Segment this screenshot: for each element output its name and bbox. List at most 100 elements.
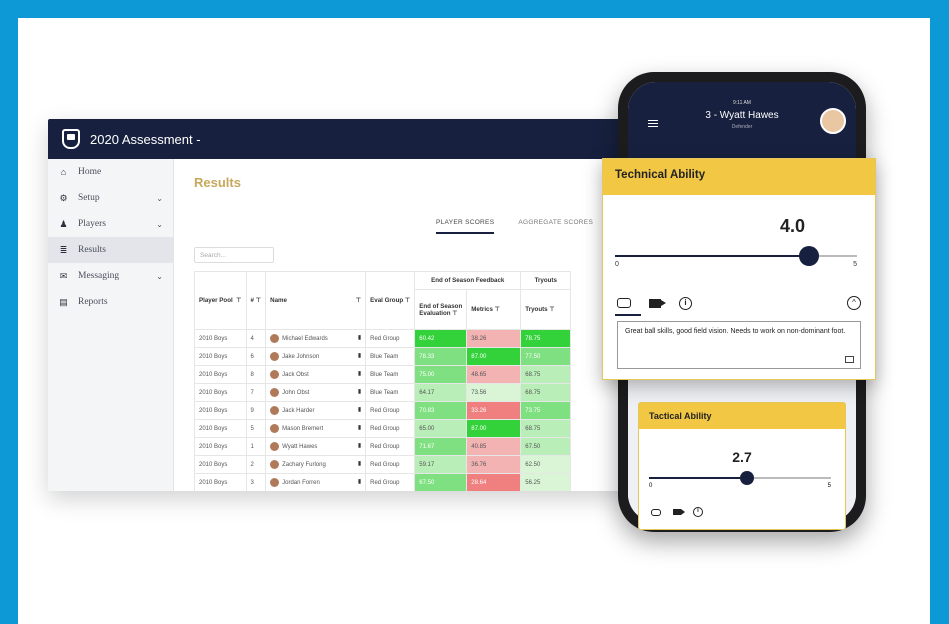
avatar [270,424,280,433]
col-name[interactable]: Name ⊤ [265,271,367,330]
cell-eval-group: Red Group [365,473,416,491]
info-icon[interactable]: i [693,507,703,517]
col-number[interactable]: # ⊤ [245,271,267,330]
cell-eval-group: Blue Team [365,347,416,366]
col-metrics[interactable]: Metrics ⊤ [466,289,522,330]
player-name[interactable]: Jake Johnson [282,354,319,360]
player-name[interactable]: Mason Bremert [282,426,323,432]
player-name[interactable]: Jack Harder [282,408,314,414]
table-row[interactable]: 2010 Boys 2 Zachary Furlong ▮ Red Group 59.17… [194,455,572,474]
document-icon[interactable]: ▮ [358,352,361,359]
technical-slider[interactable] [615,246,857,266]
cell-eval-group: Red Group [365,455,416,474]
filter-icon[interactable]: ⊤ [405,297,410,304]
document-icon[interactable]: ▮ [358,370,361,377]
document-icon[interactable]: ▮ [358,460,361,467]
filter-icon[interactable]: ⊤ [452,310,457,317]
cell-metrics: 38.26 [466,329,522,348]
cell-number: 1 [245,437,267,456]
cell-pool: 2010 Boys [194,347,247,366]
table-row[interactable]: 2010 Boys 4 Michael Edwards ▮ Red Group 60.42… [194,329,572,348]
document-icon[interactable]: ▮ [358,406,361,413]
sidebar-item-messaging[interactable]: ✉ Messaging ⌄ [48,263,173,289]
info-icon[interactable]: i [679,296,692,310]
col-tryouts[interactable]: Tryouts ⊤ [520,289,572,330]
video-icon[interactable] [673,509,685,515]
user-icon: ♟ [59,218,68,229]
cell-number: 2 [245,455,267,474]
table-row[interactable]: 2010 Boys 9 Jack Harder ▮ Red Group 70.83 33.2… [194,401,572,420]
filter-icon[interactable]: ⊤ [495,306,500,313]
table-row[interactable]: 2010 Boys 6 Jake Johnson ▮ Blue Team 78.33 87.… [194,347,572,366]
player-name[interactable]: John Obst [282,390,309,396]
cell-eos-evaluation: 65.00 [414,419,468,438]
app-title[interactable]: 2020 Assessment - [90,132,201,147]
technical-min: 0 [615,261,619,268]
technical-slider-knob[interactable] [798,246,819,266]
table-row[interactable]: 2010 Boys 7 John Obst ▮ Blue Team 64.17 73.56 6… [194,383,572,402]
tactical-tools: i [651,507,703,517]
filter-icon[interactable]: ⊤ [356,297,361,304]
comment-icon[interactable] [617,298,631,308]
player-name[interactable]: Michael Edwards [282,336,328,342]
collapse-icon[interactable]: ^ [847,296,861,310]
col-eval-group[interactable]: Eval Group ⊤ [365,271,416,330]
table-row[interactable]: 2010 Boys 5 Mason Bremert ▮ Red Group 65.00 87… [194,419,572,438]
cell-eval-group: Red Group [365,401,416,420]
technical-slider-fill [615,255,809,257]
search-input[interactable]: Search... [194,247,274,263]
player-name[interactable]: Jordan Forren [282,480,320,486]
avatar [270,478,280,487]
cell-metrics: 33.26 [466,401,522,420]
cell-name: John Obst ▮ [265,383,367,402]
filter-icon[interactable]: ⊤ [549,306,554,313]
video-icon[interactable] [649,298,666,308]
sidebar-item-players[interactable]: ♟ Players ⌄ [48,211,173,237]
player-name[interactable]: Zachary Furlong [282,462,326,468]
tab-player-scores[interactable]: PLAYER SCORES [436,219,495,234]
tactical-score: 2.7 [732,449,752,465]
chevron-down-icon[interactable]: ⌄ [156,220,163,229]
player-name[interactable]: Jack Obst [282,372,309,378]
cell-eval-group: Red Group [365,437,416,456]
document-icon[interactable]: ▮ [358,478,361,485]
cell-tryouts: 68.75 [520,383,572,402]
sidebar-item-reports[interactable]: ▤ Reports [48,289,173,315]
table-row[interactable]: 2010 Boys 8 Jack Obst ▮ Blue Team 75.00 48.65 6… [194,365,572,384]
chevron-down-icon[interactable]: ⌄ [156,194,163,203]
table-row[interactable]: 2010 Boys 3 Jordan Forren ▮ Red Group 67.50 28… [194,473,572,491]
cell-pool: 2010 Boys [194,455,247,474]
document-icon[interactable]: ▮ [358,334,361,341]
technical-max: 5 [853,261,857,268]
col-player-pool[interactable]: Player Pool ⊤ [194,271,247,330]
filter-icon[interactable]: ⊤ [236,297,241,304]
document-icon[interactable]: ▮ [358,442,361,449]
player-avatar[interactable] [820,108,846,134]
chevron-down-icon[interactable]: ⌄ [156,272,163,281]
document-icon[interactable]: ▮ [358,388,361,395]
sidebar-item-results[interactable]: ≣ Results [48,237,173,263]
score-tabs: PLAYER SCORES AGGREGATE SCORES [436,219,593,234]
tactical-slider[interactable] [649,471,831,485]
cell-eval-group: Red Group [365,329,416,348]
cell-name: Jack Harder ▮ [265,401,367,420]
page-title: Results [194,175,241,190]
player-name[interactable]: Wyatt Hawes [282,444,317,450]
sidebar-item-home[interactable]: ⌂ Home [48,159,173,185]
col-eos-evaluation[interactable]: End of Season Evaluation ⊤ [414,289,468,330]
expand-icon[interactable] [845,356,854,363]
cell-name: Zachary Furlong ▮ [265,455,367,474]
comment-icon[interactable] [651,508,661,516]
sidebar-item-setup[interactable]: ⚙ Setup ⌄ [48,185,173,211]
avatar [270,460,280,469]
table-row[interactable]: 2010 Boys 1 Wyatt Hawes ▮ Red Group 71.67 40.8… [194,437,572,456]
comment-textarea[interactable]: Great ball skills, good field vision. Ne… [617,321,861,369]
document-icon[interactable]: ▮ [358,424,361,431]
tactical-slider-knob[interactable] [740,471,755,485]
comment-text: Great ball skills, good field vision. Ne… [625,328,846,335]
cell-name: Jack Obst ▮ [265,365,367,384]
cell-pool: 2010 Boys [194,473,247,491]
filter-icon[interactable]: ⊤ [256,297,261,304]
cell-eos-evaluation: 78.33 [414,347,468,366]
tab-aggregate-scores[interactable]: AGGREGATE SCORES [518,219,593,234]
